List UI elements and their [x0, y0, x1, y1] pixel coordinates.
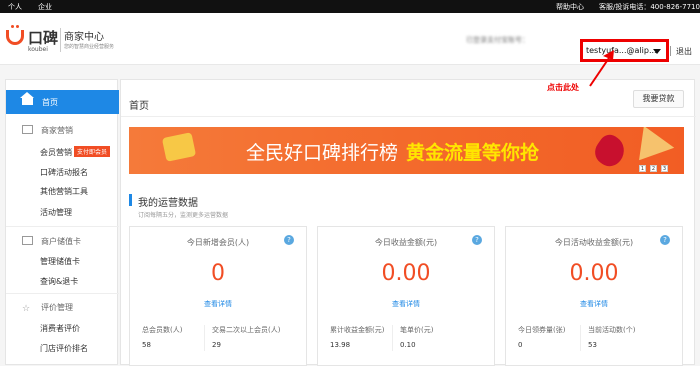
- help-icon[interactable]: ?: [472, 235, 482, 245]
- view-details-link[interactable]: 查看详情: [506, 299, 682, 309]
- merchant-center-title: 商家中心: [64, 32, 104, 43]
- sidebar-section-marketing: 商家营销: [22, 125, 73, 136]
- logo-sub: koubei: [28, 46, 48, 53]
- caret-down-icon: [653, 49, 661, 54]
- card-divider: [580, 325, 581, 351]
- star-icon: ☆: [22, 304, 31, 314]
- top-bar: 个人 企业 帮助中心 客服/投诉电话：400-826-7710: [0, 0, 700, 13]
- complaint-phone: 客服/投诉电话：400-826-7710: [599, 3, 700, 11]
- koubei-logo-icon[interactable]: [6, 25, 24, 45]
- sidebar-item-query-refund[interactable]: 查询&退卡: [40, 276, 78, 287]
- section-accent-bar: [129, 194, 132, 206]
- sidebar-home-label: 首页: [42, 98, 58, 107]
- card-value: 0: [211, 261, 225, 286]
- pizza-slice-icon: [632, 127, 677, 170]
- account-label: testyufa...@alip...: [586, 46, 657, 55]
- card-sub-label: 总会员数(人): [142, 326, 183, 334]
- banner-dot-1[interactable]: 1: [639, 165, 646, 172]
- click-here-annotation: 点击此处: [547, 83, 579, 92]
- merchant-center-subtitle: 您的智慧商业经营服务: [64, 44, 115, 50]
- marketing-icon: [22, 125, 33, 134]
- card-sub-value: 53: [588, 341, 597, 349]
- card-sub-label: 当前活动数(个): [588, 326, 636, 334]
- sidebar-item-member-marketing[interactable]: 会员营销 支付即会员: [40, 146, 111, 158]
- card-sub-value: 58: [142, 341, 151, 349]
- banner-dot-2[interactable]: 2: [650, 165, 657, 172]
- logo-divider: [60, 28, 61, 52]
- stat-card-revenue: 今日收益金额(元) ? 0.00 查看详情 累计收益金额(元) 笔单价(元) 1…: [317, 226, 495, 366]
- chili-icon: [589, 130, 631, 172]
- help-icon[interactable]: ?: [284, 235, 294, 245]
- card-title: 今日新增会员(人): [186, 238, 250, 247]
- card-title: 今日活动收益金额(元): [554, 238, 634, 247]
- header-divider: [670, 46, 671, 56]
- sidebar-item-consumer-reviews[interactable]: 消费者评价: [40, 323, 80, 334]
- personal-link[interactable]: 个人: [8, 2, 22, 12]
- header: 口碑 koubei 商家中心 您的智慧商业经营服务 已登录支付宝账号： test…: [0, 13, 700, 65]
- card-sub-value: 13.98: [330, 341, 351, 349]
- card-divider: [204, 325, 205, 351]
- banner-dot-3[interactable]: 3: [661, 165, 668, 172]
- sidebar-divider: [6, 226, 119, 227]
- card-value: 0.00: [569, 261, 619, 286]
- logo-name[interactable]: 口碑: [28, 27, 58, 48]
- page-title: 首页: [129, 101, 149, 112]
- enterprise-link[interactable]: 企业: [38, 2, 52, 12]
- sidebar-section-stored-card: 商户储值卡: [22, 236, 81, 247]
- card-value: 0.00: [381, 261, 431, 286]
- section-subtitle: 订阅每隔五分，监测更多运营数据: [138, 212, 229, 219]
- help-center-link[interactable]: 帮助中心: [556, 2, 584, 12]
- sidebar: 首页 商家营销 会员营销 支付即会员 口碑活动报名 其他营销工具 活动管理 商户储…: [5, 79, 119, 365]
- main-divider: [121, 116, 696, 117]
- promo-banner[interactable]: 全民好口碑排行榜 黄金流量等你抢 1 2 3: [129, 127, 684, 174]
- card-sub-value: 0: [518, 341, 523, 349]
- stat-card-activity-revenue: 今日活动收益金额(元) ? 0.00 查看详情 今日领券量(张) 当前活动数(个…: [505, 226, 683, 366]
- logout-link[interactable]: 退出: [676, 46, 692, 57]
- banner-text-highlight: 黄金流量等你抢: [406, 142, 540, 164]
- card-icon: [22, 236, 33, 245]
- sidebar-section-reviews: ☆ 评价管理: [22, 303, 73, 314]
- view-details-link[interactable]: 查看详情: [130, 299, 306, 309]
- card-sub-label: 交易二次以上会员(人): [212, 326, 281, 334]
- home-icon: [20, 92, 34, 105]
- loan-button[interactable]: 我要贷款: [633, 90, 684, 108]
- sidebar-item-activity-management[interactable]: 活动管理: [40, 207, 72, 218]
- chat-bubble-icon: [161, 132, 197, 162]
- sidebar-item-home[interactable]: 首页: [6, 90, 119, 114]
- card-sub-value: 0.10: [400, 341, 416, 349]
- sidebar-item-manage-card[interactable]: 管理储值卡: [40, 256, 80, 267]
- sidebar-item-store-ranking[interactable]: 门店评价排名: [40, 343, 88, 354]
- card-title: 今日收益金额(元): [374, 238, 438, 247]
- pay-member-badge: 支付即会员: [74, 146, 111, 157]
- help-icon[interactable]: ?: [660, 235, 670, 245]
- stat-card-new-members: 今日新增会员(人) ? 0 查看详情 总会员数(人) 交易二次以上会员(人) 5…: [129, 226, 307, 366]
- banner-text-primary: 全民好口碑排行榜: [246, 142, 399, 164]
- card-sub-label: 笔单价(元): [400, 326, 434, 334]
- sidebar-item-other-tools[interactable]: 其他营销工具: [40, 186, 88, 197]
- sidebar-divider: [6, 293, 119, 294]
- card-sub-label: 累计收益金额(元): [330, 326, 385, 334]
- sidebar-item-activity-signup[interactable]: 口碑活动报名: [40, 167, 88, 178]
- card-divider: [392, 325, 393, 351]
- card-sub-label: 今日领券量(张): [518, 326, 566, 334]
- account-dropdown[interactable]: testyufa...@alip...: [580, 39, 669, 62]
- card-sub-value: 29: [212, 341, 221, 349]
- view-details-link[interactable]: 查看详情: [318, 299, 494, 309]
- masked-account-text: 已登录支付宝账号：: [466, 36, 529, 44]
- main-content: 首页 我要贷款 全民好口碑排行榜 黄金流量等你抢 1 2 3 我的运营数据 订阅…: [120, 79, 696, 366]
- section-title: 我的运营数据: [138, 198, 198, 209]
